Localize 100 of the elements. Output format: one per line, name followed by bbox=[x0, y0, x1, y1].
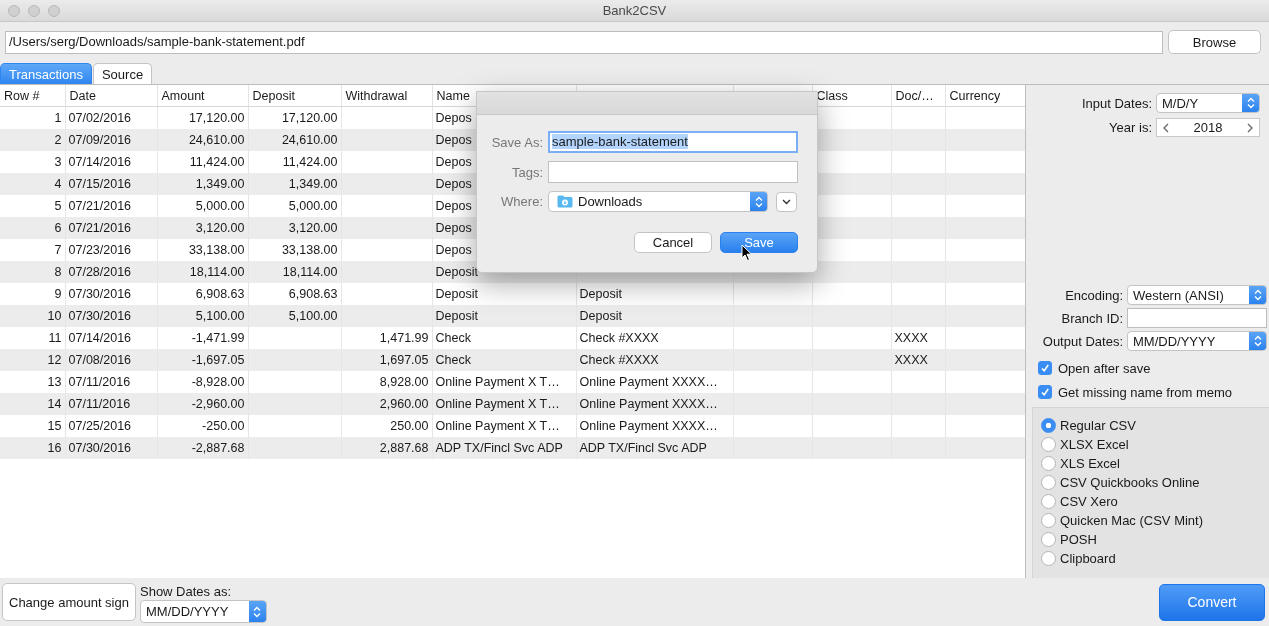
radio-label: Quicken Mac (CSV Mint) bbox=[1060, 512, 1204, 528]
radio-button[interactable] bbox=[1041, 493, 1056, 509]
column-header[interactable]: Deposit bbox=[252, 88, 295, 103]
table-cell: 5,100.00 bbox=[195, 308, 245, 323]
table-cell: -8,928.00 bbox=[191, 374, 245, 389]
expand-button[interactable] bbox=[776, 191, 797, 212]
table-cell: Online Payment X T… bbox=[435, 374, 560, 389]
table-cell: 11,424.00 bbox=[282, 154, 338, 169]
table-cell: 33,138.00 bbox=[188, 242, 245, 257]
close-button[interactable] bbox=[8, 5, 20, 17]
radio-button[interactable] bbox=[1041, 474, 1056, 490]
up-down-chevron-icon bbox=[1253, 289, 1262, 301]
radio-button[interactable] bbox=[1041, 531, 1056, 547]
column-header[interactable]: Class bbox=[816, 88, 848, 103]
table-cell: 7 bbox=[54, 242, 62, 257]
column-header[interactable]: Name bbox=[436, 88, 470, 103]
file-path-field[interactable]: /Users/serg/Downloads/sample-bank-statement.pdf bbox=[5, 30, 1163, 54]
table-cell: -1,697.05 bbox=[191, 352, 245, 367]
encoding-select[interactable]: Western (ANSI) bbox=[1127, 285, 1267, 305]
table-cell: XXXX bbox=[894, 352, 928, 367]
table-cell: 3 bbox=[54, 154, 62, 169]
radio-button[interactable] bbox=[1041, 436, 1056, 452]
where-label: Where: bbox=[500, 194, 543, 209]
checkbox[interactable] bbox=[1038, 385, 1052, 399]
checkbox[interactable] bbox=[1038, 361, 1052, 375]
tags-field[interactable] bbox=[548, 161, 798, 183]
encoding-label: Encoding: bbox=[1064, 287, 1123, 303]
table-cell: Depos bbox=[435, 220, 472, 235]
convert-button[interactable]: Convert bbox=[1159, 583, 1265, 621]
up-down-chevron-icon bbox=[1253, 335, 1262, 347]
table-cell: Depos bbox=[435, 132, 472, 147]
radio-label: XLSX Excel bbox=[1060, 436, 1129, 452]
table-cell: 8 bbox=[54, 264, 62, 279]
table-cell: 3,120.00 bbox=[288, 220, 338, 235]
where-select[interactable]: Downloads bbox=[548, 191, 768, 212]
table-cell: Depos bbox=[435, 110, 472, 125]
table-cell: 1,349.00 bbox=[288, 176, 338, 191]
table-cell: -2,960.00 bbox=[191, 396, 245, 411]
column-header[interactable]: Date bbox=[69, 88, 96, 103]
table-cell: 2,960.00 bbox=[379, 396, 429, 411]
up-down-chevron-icon bbox=[253, 605, 262, 618]
table-cell: 07/28/2016 bbox=[68, 264, 132, 279]
year-label: Year is: bbox=[1108, 120, 1152, 135]
output-dates-select[interactable]: MM/DD/YYYY bbox=[1127, 331, 1267, 351]
table-cell: 12 bbox=[47, 352, 62, 367]
table-cell: 5,100.00 bbox=[288, 308, 338, 323]
table-cell: 5,000.00 bbox=[195, 198, 245, 213]
radio-button[interactable] bbox=[1041, 550, 1056, 566]
table-cell: 07/25/2016 bbox=[68, 418, 132, 433]
table-cell: Deposit bbox=[435, 286, 478, 301]
table-cell: 14 bbox=[47, 396, 62, 411]
column-header[interactable]: Amount bbox=[161, 88, 205, 103]
table-cell: Online Payment X T… bbox=[435, 396, 560, 411]
column-header[interactable]: Withdrawal bbox=[345, 88, 408, 103]
table-cell: 1,349.00 bbox=[195, 176, 245, 191]
folder-icon bbox=[557, 195, 573, 208]
tab[interactable]: Source bbox=[92, 63, 153, 84]
table-cell: -2,887.68 bbox=[191, 440, 245, 455]
table-cell: 1,697.05 bbox=[379, 352, 429, 367]
table-cell: Online Payment X T… bbox=[435, 418, 560, 433]
table-cell: 2,887.68 bbox=[379, 440, 429, 455]
show-dates-select[interactable]: MM/DD/YYYY bbox=[140, 600, 267, 623]
column-header[interactable]: Currency bbox=[949, 88, 1001, 103]
table-cell: 9 bbox=[54, 286, 62, 301]
table-cell: 07/30/2016 bbox=[68, 308, 132, 323]
browse-button[interactable]: Browse bbox=[1168, 30, 1261, 54]
radio-label: CSV Xero bbox=[1060, 493, 1118, 509]
table-cell: -1,471.99 bbox=[191, 330, 245, 345]
branch-id-label: Branch ID: bbox=[1060, 310, 1123, 326]
table-cell: 11,424.00 bbox=[189, 154, 245, 169]
table-cell: 5 bbox=[54, 198, 62, 213]
table-cell: 2 bbox=[54, 132, 62, 147]
radio-button[interactable] bbox=[1041, 417, 1056, 433]
column-header[interactable]: Doc/… bbox=[895, 88, 934, 103]
table-cell: 3,120.00 bbox=[195, 220, 245, 235]
table-cell: 07/08/2016 bbox=[68, 352, 132, 367]
column-header[interactable]: Row # bbox=[4, 88, 40, 103]
branch-id-field[interactable] bbox=[1127, 308, 1267, 328]
checkbox-label: Open after save bbox=[1058, 360, 1151, 376]
table-cell: 07/21/2016 bbox=[68, 198, 132, 213]
change-amount-sign-button[interactable]: Change amount sign bbox=[2, 583, 136, 621]
radio-button[interactable] bbox=[1041, 455, 1056, 471]
table-cell: ADP TX/Fincl Svc ADP bbox=[579, 440, 707, 455]
table-cell: 33,138.00 bbox=[281, 242, 338, 257]
table-cell: 07/15/2016 bbox=[68, 176, 132, 191]
table-cell: Online Payment XXXX… bbox=[579, 396, 718, 411]
input-dates-select[interactable]: M/D/Y bbox=[1156, 93, 1260, 113]
table-cell: Deposit bbox=[435, 264, 478, 279]
table-cell: Depos bbox=[435, 154, 472, 169]
cancel-button[interactable]: Cancel bbox=[634, 232, 712, 253]
table-cell: 07/02/2016 bbox=[68, 110, 132, 125]
radio-button[interactable] bbox=[1041, 512, 1056, 528]
radio-label: CSV Quickbooks Online bbox=[1060, 474, 1200, 490]
table-cell: Check bbox=[435, 352, 471, 367]
minimize-button[interactable] bbox=[28, 5, 40, 17]
chevron-down-icon bbox=[782, 198, 791, 205]
save-as-field[interactable]: sample-bank-statement bbox=[548, 131, 798, 153]
zoom-button[interactable] bbox=[48, 5, 60, 17]
table-cell: 07/11/2016 bbox=[68, 374, 131, 389]
radio-label: Regular CSV bbox=[1060, 417, 1136, 433]
